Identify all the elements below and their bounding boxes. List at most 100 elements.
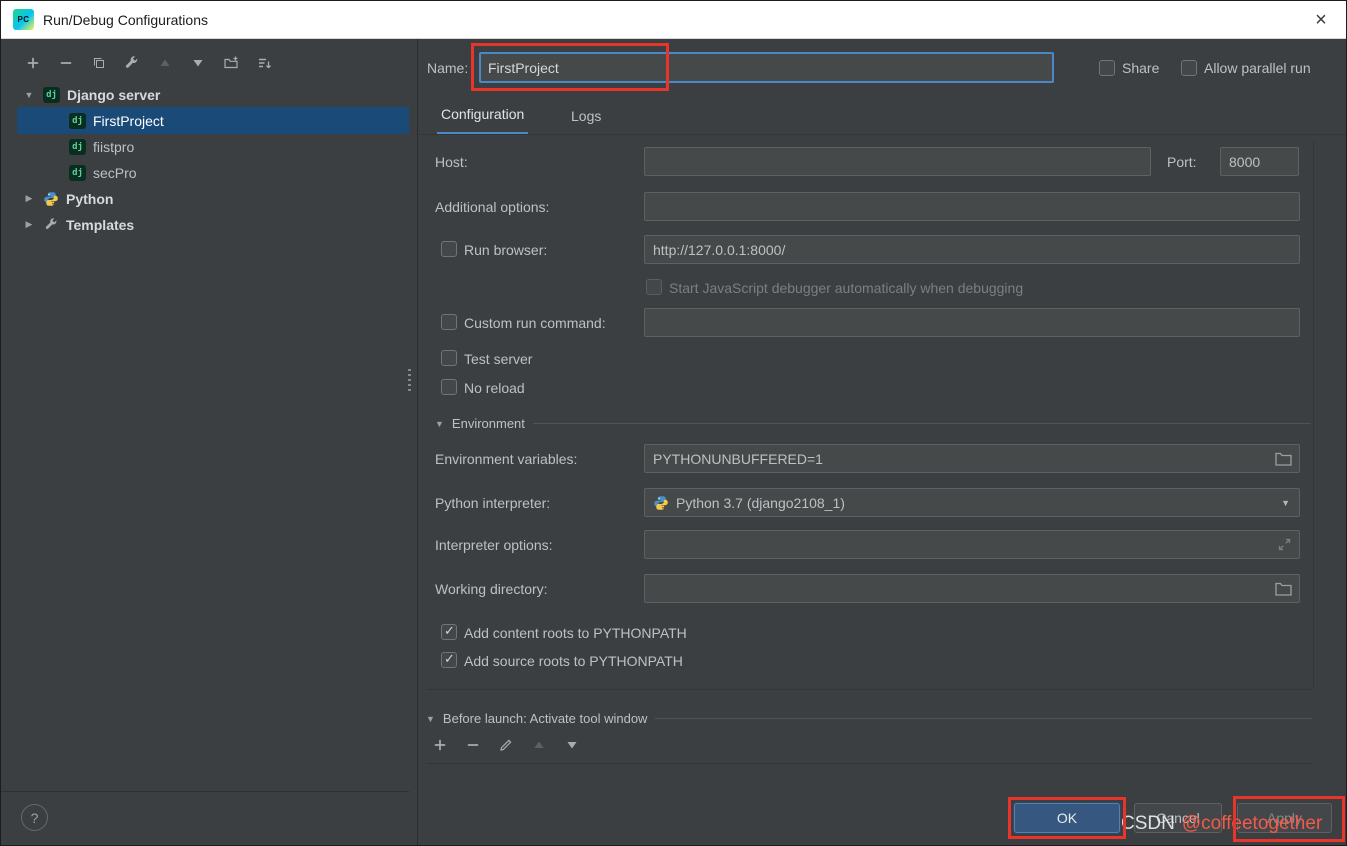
interpreter-options-input[interactable] — [645, 531, 1277, 558]
sort-icon[interactable] — [256, 55, 272, 71]
chevron-right-icon[interactable] — [23, 193, 35, 204]
tree-item-python[interactable]: Python — [1, 185, 418, 212]
move-task-down-icon[interactable] — [564, 737, 580, 753]
django-icon: dj — [69, 113, 86, 129]
chevron-down-icon — [426, 714, 435, 724]
before-launch-divider — [426, 763, 1312, 764]
host-label: Host: — [435, 147, 468, 176]
custom-run-command-input[interactable] — [645, 309, 1299, 336]
name-input[interactable] — [481, 54, 1052, 81]
wrench-icon — [43, 217, 59, 233]
environment-section-header[interactable]: Environment — [435, 409, 1311, 438]
custom-run-command-field — [644, 308, 1300, 337]
tree-item-fiistpro[interactable]: dj fiistpro — [1, 133, 418, 160]
tree-item-label: secPro — [93, 165, 137, 181]
custom-run-command-label: Custom run command: — [464, 308, 606, 337]
remove-task-icon[interactable] — [465, 737, 481, 753]
add-source-roots-checkbox[interactable] — [441, 652, 457, 668]
share-checkbox[interactable] — [1099, 60, 1115, 76]
working-directory-label: Working directory: — [435, 574, 548, 603]
ok-button-label: OK — [1057, 810, 1077, 826]
test-server-label: Test server — [464, 344, 532, 373]
port-label: Port: — [1167, 147, 1197, 176]
name-label: Name: — [427, 53, 468, 82]
copy-icon[interactable] — [91, 55, 107, 71]
move-task-up-icon[interactable] — [531, 737, 547, 753]
edit-templates-wrench-icon[interactable] — [124, 55, 140, 71]
tree-item-label: Templates — [66, 217, 134, 233]
run-debug-configurations-dialog: PC Run/Debug Configurations × dj Django … — [0, 0, 1347, 846]
working-directory-input[interactable] — [645, 575, 1275, 602]
run-browser-label: Run browser: — [464, 235, 547, 264]
add-icon[interactable] — [25, 55, 41, 71]
remove-icon[interactable] — [58, 55, 74, 71]
apply-button-label: Apply — [1267, 810, 1302, 826]
splitter-handle[interactable] — [408, 369, 411, 393]
close-icon[interactable]: × — [1308, 7, 1334, 33]
new-folder-icon[interactable] — [223, 55, 239, 71]
env-variables-field — [644, 444, 1300, 473]
before-launch-section-header[interactable]: Before launch: Activate tool window — [426, 704, 1312, 733]
django-icon: dj — [43, 87, 60, 103]
tree-toolbar — [25, 55, 272, 71]
apply-button[interactable]: Apply — [1237, 803, 1332, 833]
configurations-sidebar: dj Django server dj FirstProject dj fiis… — [1, 39, 418, 845]
additional-options-input[interactable] — [645, 193, 1299, 220]
run-browser-url-field — [644, 235, 1300, 264]
sidebar-bottom-divider — [1, 791, 409, 792]
python-interpreter-select[interactable]: Python 3.7 (django2108_1) — [644, 488, 1300, 517]
additional-options-field — [644, 192, 1300, 221]
move-down-icon[interactable] — [190, 55, 206, 71]
python-interpreter-label: Python interpreter: — [435, 488, 550, 517]
before-launch-label: Before launch: Activate tool window — [443, 711, 648, 726]
help-button[interactable]: ? — [21, 804, 48, 831]
custom-run-command-checkbox[interactable] — [441, 314, 457, 330]
django-icon: dj — [69, 139, 86, 155]
browse-folder-icon[interactable] — [1275, 582, 1292, 596]
before-launch-toolbar — [432, 737, 580, 753]
environment-section-label: Environment — [452, 416, 525, 431]
chevron-right-icon[interactable] — [23, 219, 35, 230]
form-bottom-divider — [426, 689, 1312, 690]
add-content-roots-checkbox[interactable] — [441, 624, 457, 640]
move-up-icon[interactable] — [157, 55, 173, 71]
tree-item-label: FirstProject — [93, 113, 164, 129]
python-interpreter-value: Python 3.7 (django2108_1) — [676, 495, 845, 511]
allow-parallel-label: Allow parallel run — [1204, 53, 1311, 82]
share-label: Share — [1122, 53, 1159, 82]
tabs-divider — [419, 134, 1347, 135]
port-input[interactable] — [1221, 148, 1298, 175]
tab-configuration[interactable]: Configuration — [437, 96, 528, 135]
js-debugger-label: Start JavaScript debugger automatically … — [669, 273, 1023, 302]
tree-item-templates[interactable]: Templates — [1, 211, 418, 238]
edit-task-pencil-icon[interactable] — [498, 737, 514, 753]
host-input[interactable] — [645, 148, 1150, 175]
js-debugger-checkbox[interactable] — [646, 279, 662, 295]
tab-label: Configuration — [441, 106, 524, 122]
chevron-down-icon[interactable] — [23, 90, 35, 100]
tree-item-firstproject[interactable]: dj FirstProject — [17, 107, 409, 134]
tree-item-label: Django server — [67, 87, 160, 103]
no-reload-checkbox[interactable] — [441, 379, 457, 395]
ok-button[interactable]: OK — [1014, 803, 1120, 833]
allow-parallel-checkbox[interactable] — [1181, 60, 1197, 76]
run-browser-url-input[interactable] — [645, 236, 1299, 263]
add-task-icon[interactable] — [432, 737, 448, 753]
window-title: Run/Debug Configurations — [43, 12, 208, 28]
interpreter-options-label: Interpreter options: — [435, 530, 553, 559]
scrollbar-track[interactable] — [1313, 141, 1314, 689]
tab-logs[interactable]: Logs — [567, 96, 605, 135]
test-server-checkbox[interactable] — [441, 350, 457, 366]
tree-item-secpro[interactable]: dj secPro — [1, 159, 418, 186]
chevron-down-icon — [435, 419, 444, 429]
python-icon — [653, 495, 669, 511]
env-variables-input[interactable] — [645, 445, 1275, 472]
run-browser-checkbox[interactable] — [441, 241, 457, 257]
tree-item-django-server[interactable]: dj Django server — [1, 81, 418, 108]
tab-label: Logs — [571, 108, 601, 124]
tree-item-label: fiistpro — [93, 139, 134, 155]
section-rule — [533, 423, 1311, 424]
expand-field-icon[interactable] — [1277, 537, 1292, 552]
browse-env-vars-icon[interactable] — [1275, 452, 1292, 466]
cancel-button[interactable]: Cancel — [1134, 803, 1222, 833]
